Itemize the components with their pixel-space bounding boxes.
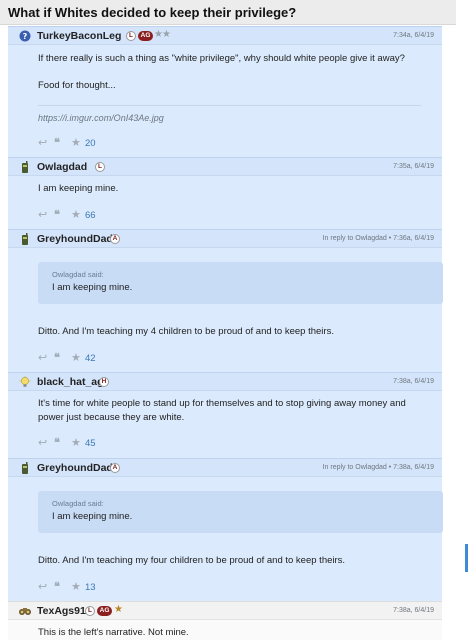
- username[interactable]: GreyhoundDad: [37, 462, 113, 474]
- post-meta: In reply to Owlagdad • 7:36a, 6/4/19: [322, 235, 434, 242]
- user-badge: H: [99, 377, 109, 387]
- star-icon[interactable]: ★: [71, 581, 81, 593]
- reply-icon[interactable]: ↩: [38, 209, 47, 221]
- post-meta: In reply to Owlagdad • 7:38a, 6/4/19: [322, 464, 434, 471]
- post-meta: 7:35a, 6/4/19: [393, 163, 434, 170]
- quote-icon[interactable]: ❝: [54, 137, 60, 149]
- post-text: Ditto. And I'm teaching my four children…: [38, 555, 346, 566]
- post-text: Food for thought...: [38, 80, 116, 91]
- quote-text: I am keeping mine.: [52, 511, 133, 522]
- post-meta: 7:38a, 6/4/19: [393, 607, 434, 614]
- ag-badge: AG: [138, 31, 153, 41]
- reply-icon[interactable]: ↩: [38, 352, 47, 364]
- reply-icon[interactable]: ↩: [38, 137, 47, 149]
- quote-block: Owlagdad said: I am keeping mine.: [38, 491, 443, 533]
- user-badge: A: [110, 234, 120, 244]
- quote-text: I am keeping mine.: [52, 282, 133, 293]
- quote-icon[interactable]: ❝: [54, 581, 60, 593]
- post-header: GreyhoundDad A In reply to Owlagdad • 7:…: [8, 459, 442, 477]
- post: GreyhoundDad A In reply to Owlagdad • 7:…: [8, 458, 443, 601]
- user-badge: L: [85, 606, 95, 616]
- reply-icon[interactable]: ↩: [38, 581, 47, 593]
- post-header: Owlagdad L 7:35a, 6/4/19: [8, 158, 442, 176]
- quote-icon[interactable]: ❝: [54, 209, 60, 221]
- post: Owlagdad L 7:35a, 6/4/19 I am keeping mi…: [8, 157, 442, 229]
- quote-author[interactable]: Owlagdad said:: [52, 270, 104, 279]
- user-badge: L: [126, 31, 136, 41]
- thread-title: What if Whites decided to keep their pri…: [0, 0, 456, 25]
- star-count[interactable]: 42: [85, 353, 96, 364]
- quote-block: Owlagdad said: I am keeping mine.: [38, 262, 443, 304]
- star-icon[interactable]: ★: [71, 437, 81, 449]
- star-count[interactable]: 45: [85, 438, 96, 449]
- star-rating: ★★: [154, 29, 171, 40]
- question-icon: ?: [18, 30, 32, 42]
- post-text: It's time for white people to stand up f…: [38, 398, 406, 423]
- post-header: GreyhoundDad A In reply to Owlagdad • 7:…: [8, 230, 442, 248]
- star-count[interactable]: 66: [85, 210, 96, 221]
- walkie-icon: [18, 233, 32, 245]
- username[interactable]: TexAgs91: [37, 605, 86, 617]
- post: black_hat_ag H 7:38a, 6/4/19 It's time f…: [8, 372, 442, 458]
- post-text: Ditto. And I'm teaching my 4 children to…: [38, 326, 334, 337]
- post: ? TurkeyBaconLeg L AG ★★ 7:34a, 6/4/19 I…: [8, 26, 442, 157]
- quote-icon[interactable]: ❝: [54, 437, 60, 449]
- post-text: If there really is such a thing as "whit…: [38, 53, 405, 64]
- post-text: This is the left's narrative. Not mine.: [38, 627, 189, 638]
- user-badge: A: [110, 463, 120, 473]
- star-icon[interactable]: ★: [71, 209, 81, 221]
- star-count[interactable]: 13: [85, 582, 96, 593]
- walkie-icon: [18, 462, 32, 474]
- quote-author[interactable]: Owlagdad said:: [52, 499, 104, 508]
- post-meta: 7:34a, 6/4/19: [393, 32, 434, 39]
- post-header: black_hat_ag H 7:38a, 6/4/19: [8, 373, 442, 391]
- quote-icon[interactable]: ❝: [54, 352, 60, 364]
- username[interactable]: Owlagdad: [37, 161, 87, 173]
- star-count[interactable]: 20: [85, 138, 96, 149]
- post-meta: 7:38a, 6/4/19: [393, 378, 434, 385]
- svg-text:?: ?: [23, 32, 28, 41]
- post-header: TexAgs91 L AG ★ 7:38a, 6/4/19: [8, 602, 442, 620]
- ag-badge: AG: [97, 606, 112, 616]
- username[interactable]: GreyhoundDad: [37, 233, 113, 245]
- post-header: ? TurkeyBaconLeg L AG ★★ 7:34a, 6/4/19: [8, 27, 442, 45]
- post: GreyhoundDad A In reply to Owlagdad • 7:…: [8, 229, 443, 372]
- post-text: I am keeping mine.: [38, 183, 119, 194]
- star-icon[interactable]: ★: [71, 137, 81, 149]
- binoculars-icon: [18, 605, 32, 617]
- walkie-icon: [18, 161, 32, 173]
- star-icon[interactable]: ★: [71, 352, 81, 364]
- reply-icon[interactable]: ↩: [38, 437, 47, 449]
- user-badge: L: [95, 162, 105, 172]
- post: TexAgs91 L AG ★ 7:38a, 6/4/19 This is th…: [8, 601, 442, 640]
- username[interactable]: black_hat_ag: [37, 376, 104, 388]
- lightbulb-icon: [18, 376, 32, 388]
- image-link[interactable]: https://i.imgur.com/OnI43Ae.jpg: [38, 113, 164, 123]
- star-rating: ★: [114, 604, 123, 615]
- divider: [38, 105, 421, 106]
- username[interactable]: TurkeyBaconLeg: [37, 30, 121, 42]
